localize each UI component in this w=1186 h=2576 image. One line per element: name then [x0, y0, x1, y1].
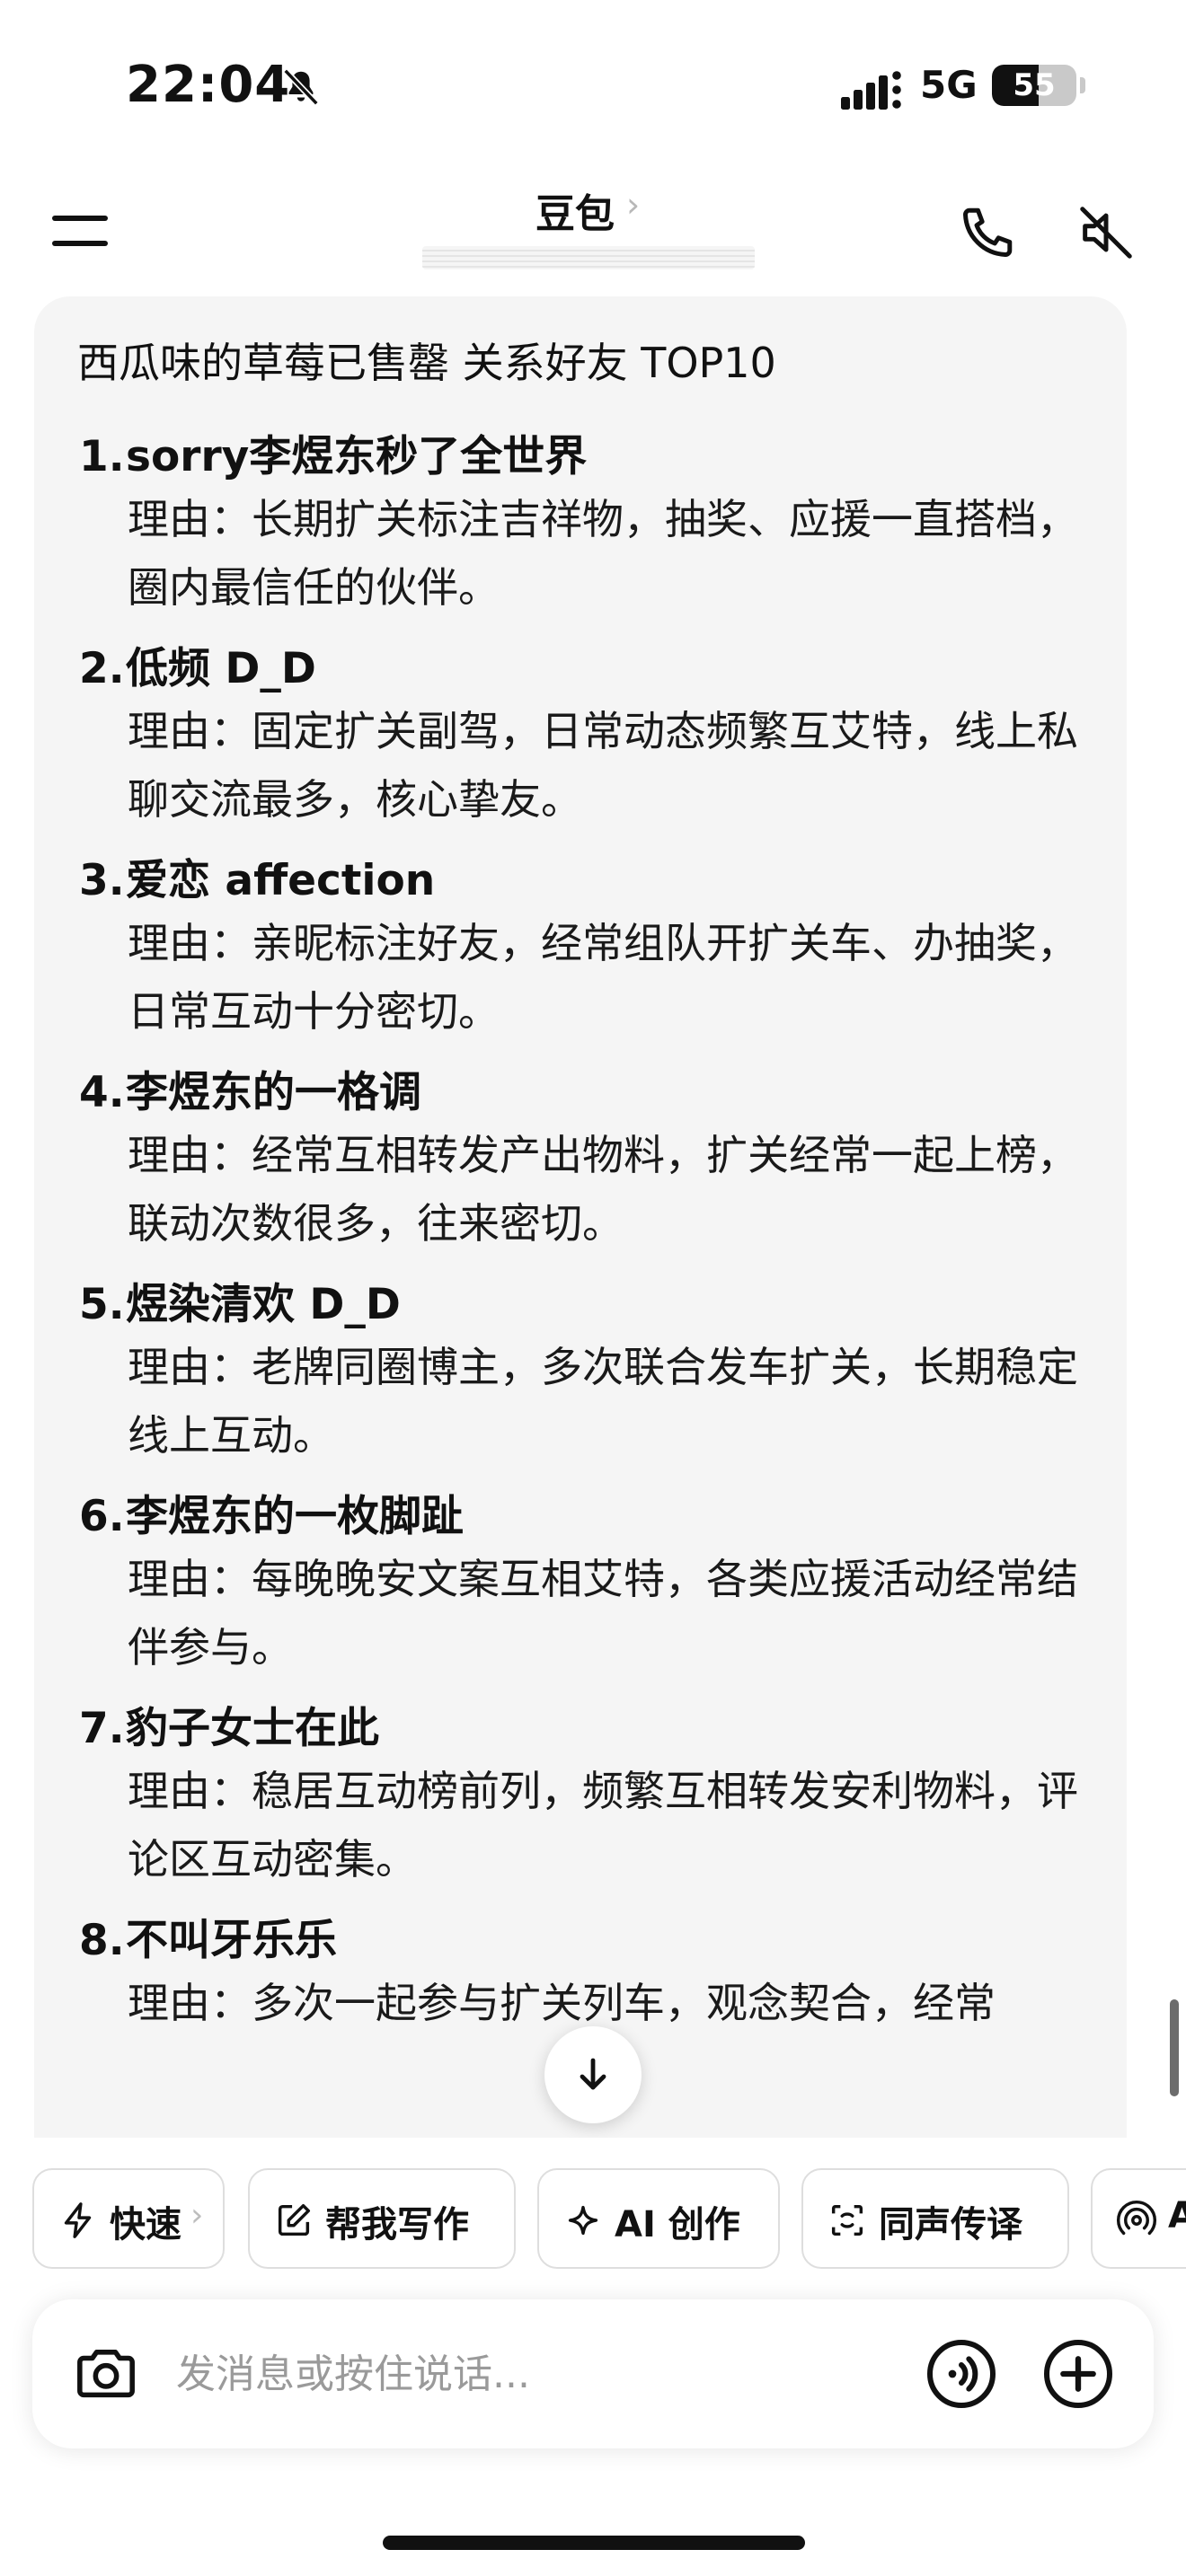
lightning-icon	[64, 2202, 92, 2238]
list-item: 3.爱恋 affection 理由：亲昵标注好友，经常组队开扩关车、办抽奖，日常…	[79, 853, 1121, 1045]
menu-icon	[52, 216, 108, 221]
scrollbar-thumb[interactable]	[1170, 1999, 1179, 2096]
message-composer	[32, 2299, 1154, 2448]
item-number: 7.	[79, 1704, 125, 1753]
item-title: 2.低频 D_D	[79, 641, 1121, 697]
chip-label: A	[1168, 2195, 1186, 2236]
voice-wave-icon[interactable]	[925, 2338, 997, 2410]
item-title: 1.sorry李煜东秒了全世界	[79, 429, 1121, 485]
item-name: 不叫牙乐乐	[126, 1916, 337, 1965]
scroll-to-bottom-button[interactable]	[544, 2026, 642, 2123]
battery-cap	[1080, 77, 1085, 93]
chat-screen: 22:04 5G 55 豆包 › 西瓜味的草莓已售罄 关系好友 TOP10 1.…	[0, 0, 1186, 2576]
chip-more[interactable]: A	[1091, 2168, 1186, 2269]
list-item: 1.sorry李煜东秒了全世界 理由：长期扩关标注吉祥物，抽奖、应援一直搭档，圈…	[79, 429, 1121, 622]
item-reason: 理由：每晚晚安文案互相艾特，各类应援活动经常结伴参与。	[128, 1555, 1078, 1672]
subtitle-blur	[422, 246, 755, 269]
assistant-message: 西瓜味的草莓已售罄 关系好友 TOP10 1.sorry李煜东秒了全世界 理由：…	[34, 296, 1127, 2138]
camera-icon[interactable]	[72, 2342, 140, 2405]
list-item: 5.煜染清欢 D_D 理由：老牌同圈博主，多次联合发车扩关，长期稳定线上互动。	[79, 1277, 1121, 1469]
plus-icon[interactable]	[1042, 2338, 1114, 2410]
item-number: 3.	[79, 856, 125, 905]
item-reason: 理由：固定扩关副驾，日常动态频繁互艾特，线上私聊交流最多，核心挚友。	[128, 707, 1078, 824]
item-title: 8.不叫牙乐乐	[79, 1913, 1121, 1969]
item-name: sorry李煜东秒了全世界	[126, 432, 588, 481]
broadcast-icon	[1116, 2200, 1157, 2236]
home-indicator[interactable]	[383, 2536, 805, 2550]
item-name: 爱恋 affection	[126, 856, 436, 905]
sparkle-icon	[568, 2205, 598, 2236]
list-item: 7.豹子女士在此 理由：稳居互动榜前列，频繁互相转发安利物料，评论区互动密集。	[79, 1701, 1121, 1893]
item-name: 煜染清欢 D_D	[126, 1280, 401, 1329]
ranking-list: 1.sorry李煜东秒了全世界 理由：长期扩关标注吉祥物，抽奖、应援一直搭档，圈…	[79, 429, 1121, 2057]
list-item: 8.不叫牙乐乐 理由：多次一起参与扩关列车，观念契合，经常	[79, 1913, 1121, 2037]
phone-icon[interactable]	[956, 201, 1019, 264]
menu-icon-bar	[52, 241, 108, 246]
chip-label: AI 创作	[615, 2204, 740, 2245]
item-number: 8.	[79, 1916, 125, 1965]
item-reason: 理由：亲昵标注好友，经常组队开扩关车、办抽奖，日常互动十分密切。	[128, 919, 1078, 1036]
item-number: 5.	[79, 1280, 125, 1329]
item-number: 1.	[79, 432, 125, 481]
status-bar: 22:04 5G 55	[0, 0, 1186, 171]
status-time: 22:04	[126, 56, 291, 114]
quick-actions-bar: 快速 › 帮我写作 AI 创作 同声传译 A	[0, 2138, 1186, 2281]
message-input[interactable]	[176, 2340, 913, 2408]
item-reason: 理由：老牌同圈博主，多次联合发车扩关，长期稳定线上互动。	[128, 1343, 1078, 1460]
item-number: 2.	[79, 644, 125, 693]
item-title: 3.爱恋 affection	[79, 853, 1121, 909]
speaker-mute-icon[interactable]	[1075, 201, 1137, 264]
edit-icon	[278, 2203, 311, 2236]
item-name: 豹子女士在此	[126, 1704, 379, 1753]
item-reason: 理由：稳居互动榜前列，频繁互相转发安利物料，评论区互动密集。	[128, 1767, 1078, 1883]
chip-label: 快速	[110, 2204, 181, 2245]
bot-title[interactable]: 豆包	[535, 181, 615, 239]
chip-help-write[interactable]: 帮我写作	[248, 2168, 516, 2269]
battery-level: 55	[1013, 67, 1056, 103]
battery-icon: 55	[992, 65, 1076, 106]
item-name: 低频 D_D	[126, 644, 316, 693]
item-reason: 理由：经常互相转发产出物料，扩关经常一起上榜，联动次数很多，往来密切。	[128, 1131, 1078, 1248]
item-title: 5.煜染清欢 D_D	[79, 1277, 1121, 1333]
chip-interpret[interactable]: 同声传译	[801, 2168, 1069, 2269]
item-name: 李煜东的一枚脚趾	[126, 1492, 464, 1541]
list-item: 6.李煜东的一枚脚趾 理由：每晚晚安文案互相艾特，各类应援活动经常结伴参与。	[79, 1489, 1121, 1681]
message-heading: 西瓜味的草莓已售罄 关系好友 TOP10	[77, 339, 776, 387]
arrow-down-icon	[580, 2058, 606, 2090]
chip-label: 同声传译	[879, 2204, 1022, 2245]
cellular-signal-icon	[841, 71, 901, 110]
chip-ai-create[interactable]: AI 创作	[537, 2168, 780, 2269]
chevron-right-icon: ›	[190, 2197, 204, 2234]
item-title: 4.李煜东的一格调	[79, 1065, 1121, 1121]
network-type: 5G	[920, 63, 978, 107]
list-item: 2.低频 D_D 理由：固定扩关副驾，日常动态频繁互艾特，线上私聊交流最多，核心…	[79, 641, 1121, 834]
chip-label: 帮我写作	[325, 2204, 469, 2245]
chip-fast[interactable]: 快速 ›	[32, 2168, 225, 2269]
item-number: 4.	[79, 1068, 125, 1117]
item-name: 李煜东的一格调	[126, 1068, 421, 1117]
menu-button[interactable]	[52, 208, 110, 251]
item-reason: 理由：长期扩关标注吉祥物，抽奖、应援一直搭档，圈内最信任的伙伴。	[128, 495, 1078, 612]
chat-header: 豆包 ›	[0, 171, 1186, 287]
list-item: 4.李煜东的一格调 理由：经常互相转发产出物料，扩关经常一起上榜，联动次数很多，…	[79, 1065, 1121, 1257]
item-number: 6.	[79, 1492, 125, 1541]
bell-slash-icon	[283, 68, 319, 106]
interpret-icon	[831, 2204, 863, 2236]
item-title: 7.豹子女士在此	[79, 1701, 1121, 1757]
chevron-right-icon: ›	[626, 185, 641, 225]
item-title: 6.李煜东的一枚脚趾	[79, 1489, 1121, 1545]
